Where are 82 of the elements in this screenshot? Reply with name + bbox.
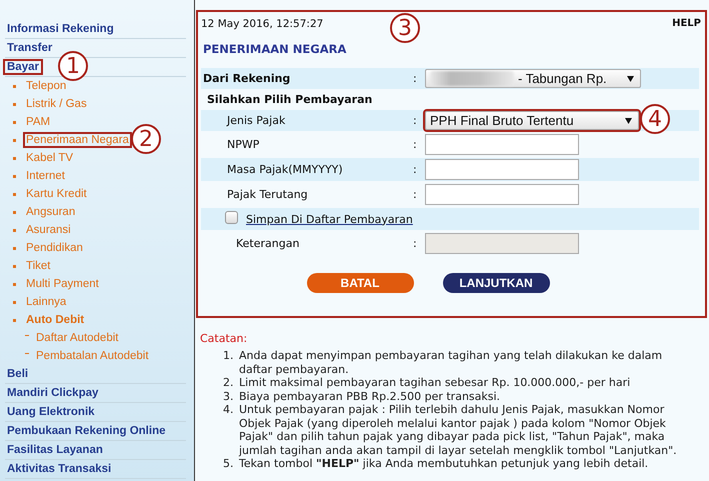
- caret-icon: [627, 76, 634, 82]
- note-number: 1.: [223, 349, 234, 364]
- bullet-icon: [13, 156, 16, 160]
- input-field[interactable]: [425, 159, 579, 180]
- callout-number: 3: [390, 13, 420, 43]
- menu-link[interactable]: Penerimaan Negara: [25, 134, 130, 146]
- menu-section-link[interactable]: Bayar: [5, 61, 41, 73]
- bullet-icon: [13, 120, 16, 124]
- menu-link[interactable]: Auto Debit: [25, 314, 86, 326]
- menu-section-link[interactable]: Mandiri Clickpay: [5, 387, 100, 399]
- page-title: PENERIMAAN NEGARA: [203, 42, 348, 58]
- menu-link[interactable]: Internet: [25, 170, 66, 182]
- note-text: Anda dapat menyimpan pembayaran tagihan yang telah dilakukan ke dalam daftar pembayaran.: [239, 349, 664, 376]
- input-field[interactable]: [425, 134, 579, 155]
- colon: :: [413, 163, 418, 176]
- field-label: Jenis Pajak: [226, 114, 286, 127]
- field-label: Masa Pajak(MMYYYY): [226, 163, 344, 176]
- account-select[interactable]: - Tabungan Rp.: [425, 69, 641, 88]
- bullet-icon: [13, 246, 16, 250]
- section-label: Silahkan Pilih Pembayaran: [206, 93, 374, 106]
- menu-section-link[interactable]: Fasilitas Layanan: [5, 444, 105, 456]
- menu-link[interactable]: PAM: [25, 116, 52, 128]
- menu-link[interactable]: Tiket: [25, 260, 52, 272]
- colon: :: [413, 138, 418, 151]
- menu-link[interactable]: Multi Payment: [25, 278, 100, 290]
- menu-link[interactable]: Asuransi: [25, 224, 72, 236]
- field-label: Dari Rekening: [202, 72, 292, 85]
- help-link[interactable]: HELP: [672, 18, 701, 30]
- callout-number: 2: [131, 124, 161, 154]
- dash-icon: [25, 352, 29, 354]
- menu-link[interactable]: Lainnya: [25, 296, 68, 308]
- colon: :: [413, 188, 418, 201]
- menu-link[interactable]: Daftar Autodebit: [35, 332, 120, 344]
- note-number: 2.: [223, 376, 234, 390]
- colon: :: [413, 237, 418, 250]
- bullet-icon: [13, 84, 16, 88]
- callout-number: 4: [640, 104, 670, 134]
- bullet-icon: [13, 210, 16, 214]
- note-text: Biaya pembayaran PBB Rp.2.500 per transaksi.: [239, 390, 502, 403]
- note-number: 4.: [223, 403, 234, 418]
- colon: :: [413, 114, 418, 127]
- tax-type-select[interactable]: PPH Final Bruto Tertentu: [425, 111, 639, 130]
- note-text: Limit maksimal pembayaran tagihan sebesar Rp. 10.000.000,- per hari: [239, 376, 632, 390]
- note-number: 5.: [223, 457, 234, 470]
- caret-icon: [625, 118, 632, 124]
- menu-link[interactable]: Angsuran: [25, 206, 76, 218]
- menu-section-link[interactable]: Uang Elektronik: [5, 406, 97, 418]
- continue-button[interactable]: LANJUTKAN: [442, 273, 550, 293]
- bullet-icon: [13, 264, 16, 268]
- timestamp: 12 May 2016, 12:57:27: [201, 18, 324, 30]
- bullet-icon: [13, 192, 16, 196]
- menu-section-link[interactable]: Informasi Rekening: [5, 23, 116, 35]
- note-text: Untuk pembayaran pajak : Pilih terlebih dahulu Jenis Pajak, masukkan Nomor Objek Pajak (yang diperoleh melalui kantor pajak ) pada kolom "Nomor Objek Pajak" dan pilih tahun pajak yang dibayar pada pick list, "Tahun Pajak", maka jumlah tagihan anda akan tampil di layar setelah mengklik tombol "Lanjutkan".: [239, 403, 678, 457]
- menu-section-link[interactable]: Pembukaan Rekening Online: [5, 425, 168, 437]
- menu-link[interactable]: Listrik / Gas: [25, 98, 88, 110]
- menu-link[interactable]: Kabel TV: [25, 152, 74, 164]
- menu-link[interactable]: Pendidikan: [25, 242, 84, 254]
- bullet-icon: [13, 174, 16, 178]
- callout-number: 1: [58, 51, 88, 81]
- dash-icon: [25, 334, 29, 336]
- bullet-icon: [13, 228, 16, 232]
- input-field[interactable]: [425, 184, 579, 205]
- menu-section-link[interactable]: Transfer: [5, 42, 54, 54]
- menu-section-link[interactable]: Aktivitas Transaksi: [5, 463, 114, 475]
- field-label: NPWP: [226, 138, 260, 151]
- bullet-icon: [13, 138, 16, 142]
- menu-link[interactable]: Kartu Kredit: [25, 188, 88, 200]
- field-label: Keterangan: [235, 237, 300, 250]
- bullet-icon: [13, 102, 16, 106]
- colon: :: [413, 72, 418, 85]
- note-text: Tekan tombol "HELP" jika Anda membutuhkan petunjuk yang lebih detail.: [239, 457, 650, 470]
- notes-heading: Catatan:: [200, 332, 248, 345]
- menu-link[interactable]: Pembatalan Autodebit: [35, 350, 150, 362]
- bullet-icon: [13, 318, 16, 322]
- bullet-icon: [13, 300, 16, 304]
- bullet-icon: [13, 282, 16, 286]
- note-number: 3.: [223, 390, 234, 403]
- field-label: Pajak Terutang: [226, 188, 309, 201]
- cancel-button[interactable]: BATAL: [306, 273, 414, 293]
- checkbox[interactable]: [225, 210, 238, 224]
- menu-section-link[interactable]: Beli: [5, 368, 30, 380]
- menu-link[interactable]: Telepon: [25, 80, 68, 92]
